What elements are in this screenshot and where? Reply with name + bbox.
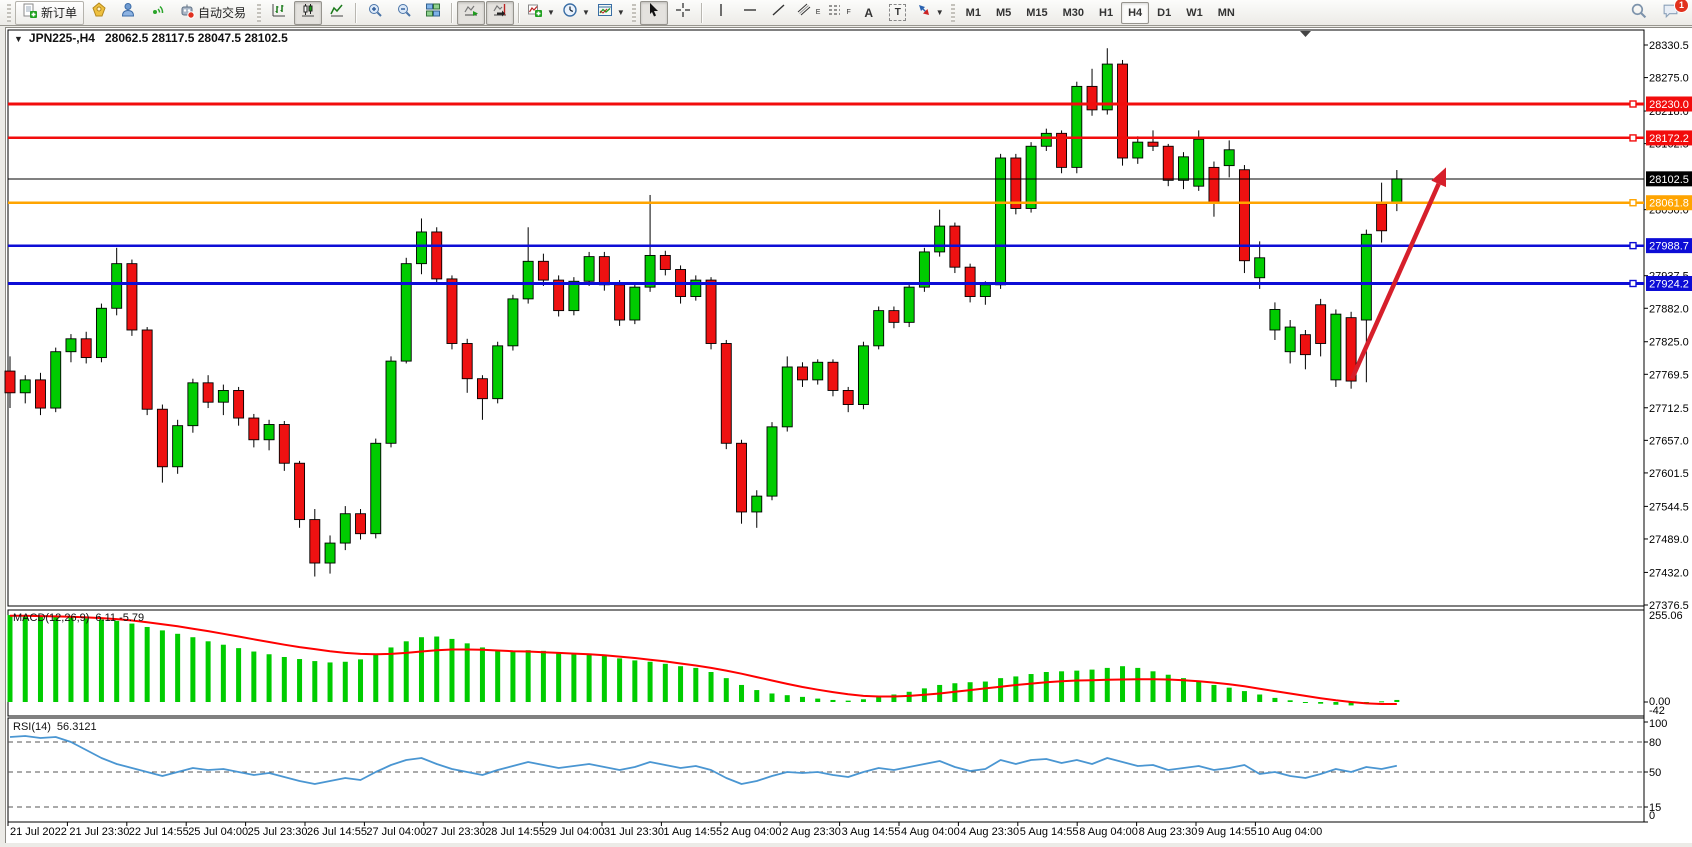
mt4-terminal: 新订单 自动交易 (0, 0, 1692, 847)
trendline-tool-button[interactable] (765, 1, 793, 25)
chart-title-overlay: ▼ JPN225-,H4 28062.5 28117.5 28047.5 28102… (14, 31, 288, 45)
arrow-objects-icon (916, 2, 932, 23)
equidistant-channel-icon (797, 2, 813, 23)
crosshair-icon (675, 2, 691, 23)
ohlc-bars-icon (271, 2, 287, 23)
rsi-indicator-label: RSI(14) 56.3121 (13, 721, 97, 733)
main-toolbar: 新订单 自动交易 (0, 0, 1692, 26)
timeframe-toolbar: M1M5M15M30H1H4D1W1MN (959, 2, 1242, 24)
indicators-icon (527, 2, 543, 23)
timeframe-m15-button[interactable]: M15 (1019, 2, 1054, 24)
timeframe-h4-button[interactable]: H4 (1121, 2, 1149, 24)
vertical-line-tool-button[interactable] (707, 1, 735, 25)
horizontal-line-icon (742, 2, 758, 23)
navigator-button[interactable] (114, 1, 142, 25)
toolbar-separator (451, 3, 453, 23)
rsi-value: 56.3121 (57, 721, 97, 733)
fib-letter: F (846, 9, 850, 16)
label-tool-button[interactable]: T (884, 1, 912, 25)
candlestick-chart-button[interactable] (294, 1, 322, 25)
toolbar-separator (518, 3, 520, 23)
zoom-out-icon (396, 2, 412, 23)
gold-tag-icon (91, 2, 107, 23)
cursor-tool-button[interactable] (640, 1, 668, 25)
chevron-down-icon: ▼ (617, 8, 625, 17)
chart-window-client[interactable] (5, 27, 1692, 843)
toolbar-grip[interactable] (632, 4, 636, 22)
timeframe-m5-button[interactable]: M5 (989, 2, 1018, 24)
zoom-out-button[interactable] (390, 1, 418, 25)
chevron-down-icon: ▼ (936, 8, 944, 17)
fibonacci-tool-button[interactable]: F (824, 1, 853, 25)
horizontal-line-tool-button[interactable] (736, 1, 764, 25)
tile-windows-icon (425, 2, 441, 23)
macd-indicator-label: MACD(12,26,9) 6.11 -5.79 (13, 612, 144, 624)
new-order-label: 新订单 (41, 4, 77, 21)
toolbar-grip[interactable] (951, 4, 955, 22)
notifications-button[interactable]: 1 (1656, 1, 1684, 25)
bar-chart-button[interactable] (265, 1, 293, 25)
market-watch-button[interactable] (85, 1, 113, 25)
line-chart-icon (329, 2, 345, 23)
timeframe-d1-button[interactable]: D1 (1150, 2, 1178, 24)
search-button[interactable] (1624, 1, 1652, 25)
vertical-line-icon (713, 2, 729, 23)
new-order-button[interactable]: 新订单 (15, 1, 84, 25)
chart-shift-button[interactable] (486, 1, 514, 25)
zoom-in-icon (367, 2, 383, 23)
clock-icon (562, 2, 578, 23)
text-tool-button[interactable]: A (855, 1, 883, 25)
search-icon (1630, 2, 1647, 24)
signals-button[interactable] (143, 1, 171, 25)
timeframe-mn-button[interactable]: MN (1211, 2, 1242, 24)
auto-scroll-button[interactable] (457, 1, 485, 25)
timeframe-m30-button[interactable]: M30 (1056, 2, 1091, 24)
toolbar-grip[interactable] (257, 4, 261, 22)
timeframe-m1-button[interactable]: M1 (959, 2, 988, 24)
macd-name: MACD(12,26,9) (13, 612, 89, 624)
crosshair-tool-button[interactable] (669, 1, 697, 25)
toolbar-grip[interactable] (7, 4, 11, 22)
chart-shift-icon (492, 2, 508, 23)
fibonacci-icon (827, 2, 843, 23)
toolbar-separator (355, 3, 357, 23)
channel-tool-button[interactable]: E (794, 1, 824, 25)
zoom-in-button[interactable] (361, 1, 389, 25)
trendline-icon (771, 2, 787, 23)
candlestick-icon (300, 2, 316, 23)
line-chart-button[interactable] (323, 1, 351, 25)
macd-values: 6.11 -5.79 (95, 612, 144, 624)
chevron-down-icon: ▼ (582, 8, 590, 17)
chart-symbol-period: JPN225-,H4 (29, 31, 95, 45)
auto-trading-button[interactable]: 自动交易 (172, 1, 253, 25)
channel-letter: E (816, 9, 821, 16)
periods-button[interactable]: ▼ (559, 1, 593, 25)
rsi-name: RSI(14) (13, 721, 51, 733)
timeframe-h1-button[interactable]: H1 (1092, 2, 1120, 24)
text-label-icon: T (889, 4, 906, 21)
auto-scroll-icon (463, 2, 479, 23)
template-chart-icon (597, 2, 613, 23)
arrows-tool-button[interactable]: ▼ (913, 1, 947, 25)
templates-button[interactable]: ▼ (594, 1, 628, 25)
indicators-button[interactable]: ▼ (524, 1, 558, 25)
collapse-arrow-icon[interactable]: ▼ (14, 34, 23, 44)
new-order-icon (22, 3, 38, 22)
cursor-arrow-icon (646, 2, 662, 23)
notification-badge: 1 (1674, 0, 1689, 13)
auto-trading-label: 自动交易 (198, 4, 246, 21)
person-icon (120, 2, 136, 23)
toolbar-separator (701, 3, 703, 23)
autotrade-robot-icon (179, 3, 195, 22)
chart-ohlc-values: 28062.5 28117.5 28047.5 28102.5 (105, 31, 288, 45)
timeframe-w1-button[interactable]: W1 (1179, 2, 1210, 24)
chevron-down-icon: ▼ (547, 8, 555, 17)
text-tool-letter: A (864, 6, 873, 20)
tile-windows-button[interactable] (419, 1, 447, 25)
signal-icon (149, 2, 165, 23)
